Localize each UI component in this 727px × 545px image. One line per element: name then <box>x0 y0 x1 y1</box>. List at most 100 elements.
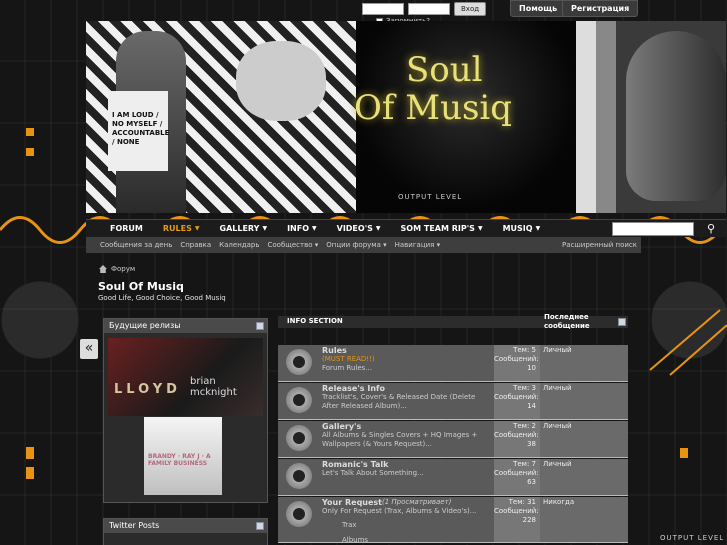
site-logo[interactable]: Soul Of Musiq <box>354 50 512 127</box>
last-post: Личный <box>540 345 628 381</box>
block-header: Будущие релизы <box>104 319 267 333</box>
last-post-header: Последнее сообщение <box>544 313 590 330</box>
subforum-link[interactable]: Albums <box>342 536 368 544</box>
help-button[interactable]: Помощь <box>510 0 567 17</box>
caret-down-icon: ▼ <box>477 225 483 232</box>
nav-info[interactable]: INFO ▼ <box>277 224 327 233</box>
topics-count: Тем: 7 <box>513 460 536 468</box>
topics-count: Тем: 2 <box>513 422 536 430</box>
block-title: Twitter Posts <box>109 521 160 530</box>
collapse-icon[interactable] <box>256 322 264 330</box>
forum-row[interactable]: Release's Info Tracklist's, Cover's & Re… <box>278 383 628 420</box>
topics-count: Тем: 3 <box>513 384 536 392</box>
caret-down-icon: ▼ <box>194 225 200 232</box>
nav-musiq[interactable]: MUSIQ ▼ <box>493 224 551 233</box>
posts-count: 10 <box>527 364 536 372</box>
nav-som-team-rips[interactable]: SOM TEAM RIP'S ▼ <box>391 224 493 233</box>
forum-row[interactable]: Romanic's Talk Let's Talk About Somethin… <box>278 459 628 496</box>
logo-line-2: Of Musiq <box>354 88 513 128</box>
nav-forum[interactable]: FORUM <box>100 224 153 233</box>
forum-row[interactable]: Gallery's All Albums & Singles Covers + … <box>278 421 628 458</box>
posts-label: Сообщений: <box>494 355 539 363</box>
main-navbar: FORUM RULES ▼ GALLERY ▼ INFO ▼ VIDEO'S ▼ SOM… <box>86 219 726 237</box>
decor-mark <box>26 467 34 479</box>
collapse-icon[interactable] <box>618 318 626 326</box>
forum-status-icon <box>286 387 312 413</box>
posts-count: 228 <box>522 516 536 524</box>
forum-status-icon <box>286 463 312 489</box>
forum-title[interactable]: Gallery's <box>322 422 361 431</box>
forum-description: Let's Talk About Something... <box>322 469 424 477</box>
subnav-navigation[interactable]: Навигация ▾ <box>395 241 440 249</box>
icon-dot <box>293 470 305 482</box>
posts-count: 14 <box>527 402 536 410</box>
section-title[interactable]: INFO SECTION <box>287 317 343 325</box>
forum-stats: Тем: 7 Сообщений: 63 <box>494 459 540 495</box>
forum-section-header: INFO SECTION Последнее сообщение <box>278 313 628 330</box>
forum-title[interactable]: Your Request <box>322 498 382 507</box>
posts-label: Сообщений: <box>494 507 539 515</box>
decor-mark <box>26 148 34 156</box>
sidebar-collapse-button[interactable]: « <box>80 339 98 359</box>
forum-stats: Тем: 31 Сообщений: 228 <box>494 497 540 542</box>
topics-count: Тем: 5 <box>513 346 536 354</box>
subnav-community[interactable]: Сообщество ▾ <box>268 241 319 249</box>
output-level-label: OUTPUT LEVEL <box>398 193 463 201</box>
block-title: Будущие релизы <box>109 321 181 330</box>
caret-down-icon: ▼ <box>535 225 541 232</box>
register-button[interactable]: Регистрация <box>562 0 639 17</box>
last-post: Личный <box>540 459 628 495</box>
forum-title[interactable]: Rules <box>322 346 347 355</box>
last-post: Личный <box>540 383 628 419</box>
decor-mark <box>680 448 688 458</box>
caret-down-icon: ▼ <box>312 225 317 232</box>
forum-row[interactable]: Your Request (1 Просматривает) Only For … <box>278 497 628 544</box>
collapse-icon[interactable] <box>256 522 264 530</box>
forum-status-icon <box>286 349 312 375</box>
album-cover[interactable]: LLOYD brian mcknight <box>108 338 263 416</box>
home-icon[interactable] <box>99 265 107 273</box>
forum-description: All Albums & Singles Covers + HQ Images … <box>322 431 478 448</box>
posts-label: Сообщений: <box>494 431 539 439</box>
search-input[interactable] <box>612 222 694 236</box>
subnav-todays-posts[interactable]: Сообщения за день <box>100 241 172 249</box>
search-icon[interactable]: ⚲ <box>702 220 720 238</box>
advanced-search-link[interactable]: Расширенный поиск <box>562 237 637 253</box>
banner-shirt: I AM LOUD / NO MYSELF / ACCOUNTABLE / NO… <box>108 91 170 171</box>
forum-row[interactable]: Rules (MUST READ!!) Forum Rules... Тем: … <box>278 345 628 382</box>
subnav-help[interactable]: Справка <box>180 241 211 249</box>
caret-down-icon: ▾ <box>383 241 387 249</box>
nav-videos[interactable]: VIDEO'S ▼ <box>327 224 391 233</box>
login-button[interactable]: Вход <box>454 2 487 16</box>
forum-title[interactable]: Romanic's Talk <box>322 460 388 469</box>
breadcrumb-home[interactable]: Форум <box>111 265 135 273</box>
icon-dot <box>293 432 305 444</box>
nav-gallery[interactable]: GALLERY ▼ <box>210 224 278 233</box>
subnav-forum-options[interactable]: Опции форума ▾ <box>326 241 386 249</box>
caret-down-icon: ▾ <box>314 241 319 249</box>
subnav-calendar[interactable]: Календарь <box>219 241 259 249</box>
album-cover[interactable]: BRANDY · RAY J · A FAMILY BUSINESS <box>144 417 222 495</box>
nav-label: SOM TEAM RIP'S <box>400 224 475 233</box>
page-title: Soul Of Musiq <box>98 280 184 293</box>
icon-dot <box>293 356 305 368</box>
last-post: Личный <box>540 421 628 457</box>
username-input[interactable] <box>362 3 404 15</box>
block-header: Twitter Posts <box>104 519 267 533</box>
caret-down-icon: ▼ <box>262 225 268 232</box>
forum-note: (MUST READ!!) <box>322 355 375 363</box>
subnav-label: Сообщество <box>267 241 313 249</box>
forum-stats: Тем: 2 Сообщений: 38 <box>494 421 540 457</box>
posts-label: Сообщений: <box>494 469 539 477</box>
logo-line-1: Soul <box>406 50 483 90</box>
forum-title[interactable]: Release's Info <box>322 384 385 393</box>
album-artist: LLOYD <box>114 382 181 397</box>
shirt-text: I AM LOUD / NO MYSELF / ACCOUNTABLE / NO… <box>112 111 170 146</box>
nav-rules[interactable]: RULES ▼ <box>153 224 210 233</box>
forum-stats: Тем: 5 Сообщений: 10 <box>494 345 540 381</box>
subforum-link[interactable]: Trax <box>342 521 357 529</box>
forum-description: Forum Rules... <box>322 364 372 372</box>
decor-mark <box>26 128 34 136</box>
password-input[interactable] <box>408 3 450 15</box>
output-level-label-2: OUTPUT LEVEL <box>660 534 725 542</box>
